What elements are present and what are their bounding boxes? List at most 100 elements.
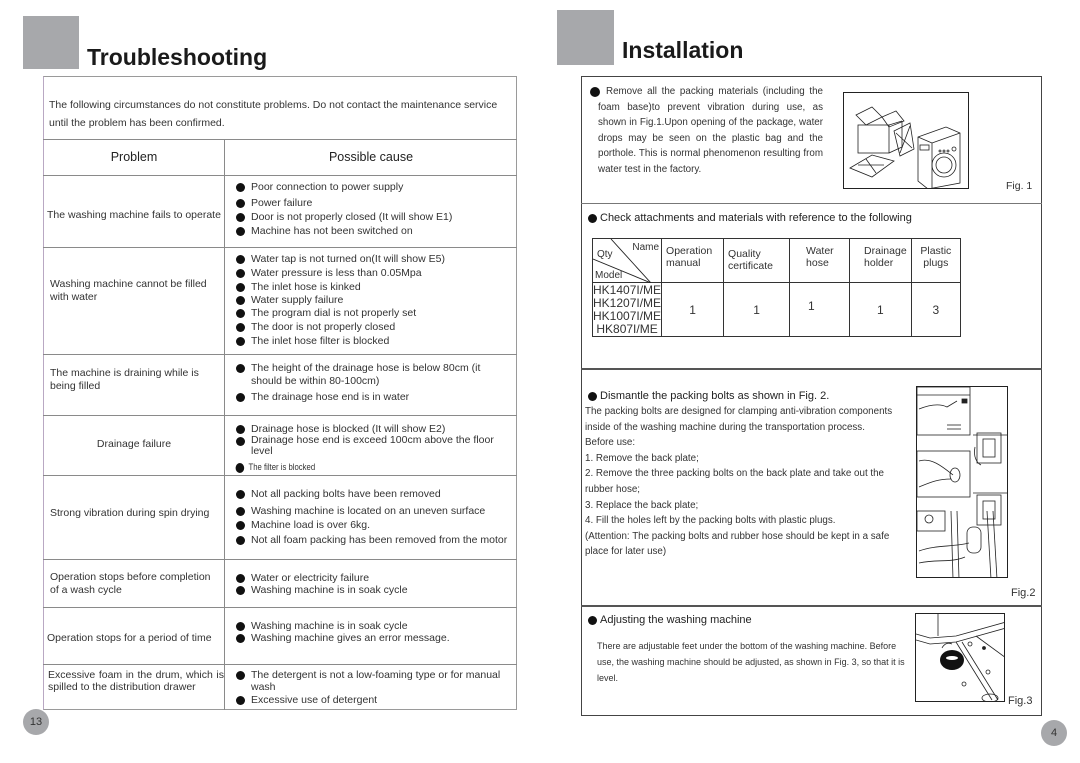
cause-item: Washing machine is in soak cycle bbox=[233, 584, 408, 597]
table-row: HK1407I/ME HK1207I/ME HK1007I/ME HK807I/… bbox=[591, 282, 962, 337]
divider bbox=[43, 475, 517, 476]
bullet-icon bbox=[236, 437, 245, 446]
problem-cell: Operation stops before completion of a w… bbox=[50, 571, 211, 596]
problem-cell: Strong vibration during spin drying bbox=[50, 507, 210, 519]
page-title-troubleshooting: Troubleshooting bbox=[87, 44, 268, 70]
bullet-icon bbox=[236, 490, 245, 499]
bullet-icon bbox=[236, 269, 245, 278]
divider bbox=[43, 559, 517, 560]
cause-item: Excessive use of detergent bbox=[233, 694, 377, 707]
divider bbox=[581, 368, 1042, 370]
problem-cell: The washing machine fails to operate bbox=[47, 209, 221, 221]
packing-materials-illustration bbox=[849, 106, 961, 188]
model-name: HK807I/ME bbox=[596, 321, 658, 336]
bullet-icon bbox=[236, 309, 245, 318]
model-list-cell: HK1407I/ME HK1207I/ME HK1007I/ME HK807I/… bbox=[591, 282, 663, 337]
page-number-left: 13 bbox=[23, 709, 49, 735]
bullet-icon bbox=[236, 622, 245, 631]
troubleshooting-intro: The following circumstances do not const… bbox=[49, 99, 498, 129]
section-marker-square bbox=[557, 10, 614, 65]
instruction-line: Before use: bbox=[585, 437, 636, 449]
cause-item: The filter is blocked bbox=[233, 461, 315, 474]
quantity-cell: 1 bbox=[723, 282, 791, 337]
column-header-cause: Possible cause bbox=[328, 150, 414, 164]
bullet-icon bbox=[236, 364, 245, 373]
figure-2-label: Fig.2 bbox=[1011, 587, 1036, 599]
bullet-icon bbox=[236, 574, 245, 583]
cause-item: Not all packing bolts have been removed bbox=[233, 488, 441, 501]
divider bbox=[43, 354, 517, 355]
bullet-icon bbox=[236, 213, 245, 222]
adjustable-feet-illustration bbox=[916, 614, 1004, 701]
column-header: Water hose bbox=[789, 238, 851, 283]
divider bbox=[43, 415, 517, 416]
column-divider bbox=[224, 139, 225, 710]
bullet-icon bbox=[236, 696, 245, 705]
bullet-icon bbox=[588, 392, 597, 401]
adjusting-heading: Adjusting the washing machine bbox=[586, 614, 752, 626]
divider bbox=[43, 139, 517, 140]
problem-cell: Washing machine cannot be filled with wa… bbox=[50, 278, 207, 303]
bullet-icon bbox=[236, 199, 245, 208]
divider bbox=[43, 664, 517, 665]
column-header-problem: Problem bbox=[110, 150, 158, 164]
cause-item: Washing machine is located on an uneven … bbox=[233, 505, 485, 518]
model-name: HK1007I/ME bbox=[593, 308, 662, 323]
quantity-cell: 1 bbox=[849, 282, 912, 337]
divider bbox=[43, 607, 517, 608]
problem-cell: Excessive foam in the drum, which is spi… bbox=[48, 669, 224, 693]
bullet-icon bbox=[236, 521, 245, 530]
figure-2-packing-bolts bbox=[916, 386, 1008, 578]
cause-item: Water supply failure bbox=[233, 294, 343, 307]
instruction-line: 4. Fill the holes left by the packing bo… bbox=[585, 515, 836, 527]
divider bbox=[43, 247, 517, 248]
bullet-icon bbox=[236, 296, 245, 305]
page-title-installation: Installation bbox=[622, 37, 744, 63]
packing-bolts-illustration bbox=[917, 387, 1007, 577]
bullet-icon bbox=[588, 214, 597, 223]
bullet-icon bbox=[236, 323, 245, 332]
quantity-cell: 1 bbox=[789, 282, 851, 337]
instruction-line: inside of the washing machine during the… bbox=[585, 421, 865, 433]
bullet-icon bbox=[236, 283, 245, 292]
bullet-icon bbox=[236, 425, 245, 434]
cause-item: The detergent is not a low-foaming type … bbox=[233, 669, 515, 693]
cause-item: Water tap is not turned on(It will show … bbox=[233, 253, 445, 266]
cause-item: Power failure bbox=[233, 197, 312, 210]
bullet-icon bbox=[236, 634, 245, 643]
packing-bolts-heading: Dismantle the packing bolts as shown in … bbox=[586, 390, 829, 402]
attachments-table: Name Qty Model Operation manual Quality … bbox=[591, 238, 962, 337]
divider bbox=[581, 203, 1042, 204]
adjusting-text: There are adjustable feet under the bott… bbox=[597, 641, 905, 683]
instruction-line: 2. Remove the three packing bolts on the… bbox=[585, 468, 885, 480]
bullet-icon bbox=[236, 183, 245, 192]
bullet-icon bbox=[236, 337, 245, 346]
cause-item: Water pressure is less than 0.05Mpa bbox=[233, 267, 422, 280]
column-header: Operation manual bbox=[661, 238, 725, 283]
cause-item: Machine has not been switched on bbox=[233, 225, 413, 238]
packing-removal-text: Remove all the packing materials (includ… bbox=[598, 86, 823, 175]
divider bbox=[43, 175, 517, 176]
corner-model-label: Model bbox=[595, 270, 623, 281]
instruction-line: place for later use) bbox=[585, 546, 667, 558]
figure-3-adjustable-feet bbox=[915, 613, 1005, 702]
problem-cell: The machine is draining while is being f… bbox=[50, 367, 199, 392]
model-name: HK1207I/ME bbox=[593, 295, 662, 310]
column-header: Drainage holder bbox=[849, 238, 912, 283]
cause-item: The inlet hose is kinked bbox=[233, 281, 361, 294]
bullet-icon bbox=[236, 671, 245, 680]
instruction-line: (Attention: The packing bolts and rubber… bbox=[585, 530, 890, 542]
figure-1-packing bbox=[843, 92, 969, 189]
cause-item: Machine load is over 6kg. bbox=[233, 519, 370, 532]
bullet-icon bbox=[236, 586, 245, 595]
cause-item: Washing machine gives an error message. bbox=[233, 632, 450, 645]
bullet-icon bbox=[236, 255, 245, 264]
cause-item: The door is not properly closed bbox=[233, 321, 395, 334]
figure-1-label: Fig. 1 bbox=[1006, 180, 1033, 192]
packing-bolts-instructions: The packing bolts are designed for clamp… bbox=[585, 404, 915, 560]
instruction-line: rubber hose; bbox=[585, 483, 641, 495]
attachments-heading: Check attachments and materials with ref… bbox=[586, 212, 912, 224]
section-marker-square bbox=[23, 16, 79, 69]
column-header: Quality certificate bbox=[723, 238, 791, 283]
bullet-icon bbox=[236, 393, 245, 402]
